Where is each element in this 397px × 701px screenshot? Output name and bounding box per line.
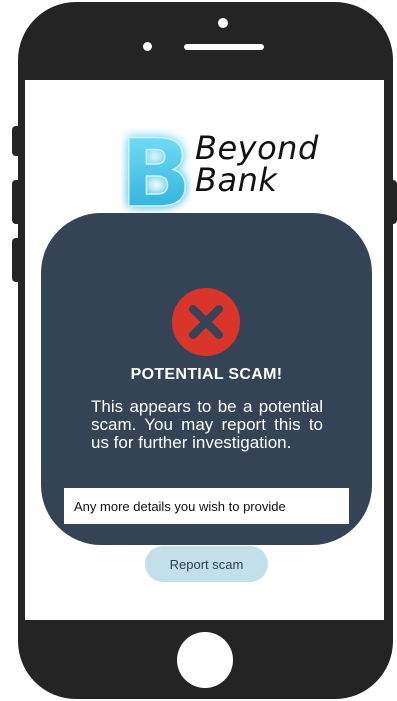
alert-message: This appears to be a potential scam. You… <box>91 397 323 452</box>
beyond-bank-logo-icon: B <box>121 120 191 216</box>
brand-name-line2: Bank <box>195 161 278 199</box>
scam-alert-dialog: POTENTIAL SCAM! This appears to be a pot… <box>41 213 372 545</box>
logo-letter: B <box>121 120 191 216</box>
phone-camera <box>143 42 152 51</box>
error-x-icon <box>172 288 240 356</box>
phone-speaker <box>184 44 264 50</box>
brand-name: Beyond Bank <box>195 132 319 196</box>
phone-home-button[interactable] <box>177 632 233 688</box>
alert-title: POTENTIAL SCAM! <box>130 366 283 383</box>
report-scam-button[interactable]: Report scam <box>145 546 268 582</box>
phone-sensor-dot <box>218 18 228 28</box>
details-input[interactable] <box>64 488 349 524</box>
phone-screen: B Beyond Bank POTENTIAL SCAM! This appea… <box>25 80 384 620</box>
brand-name-line1: Beyond <box>195 129 319 167</box>
